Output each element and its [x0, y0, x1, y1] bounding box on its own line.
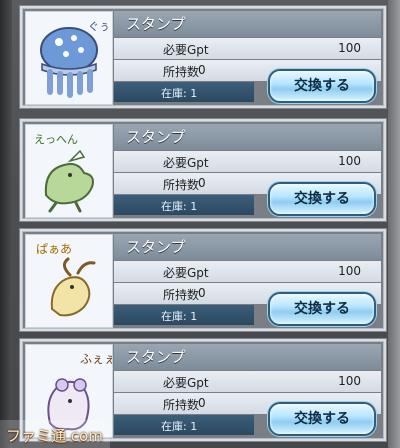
stock-row: 在庫: 1	[114, 195, 254, 215]
required-gpt-label: 必要Gpt	[163, 376, 209, 390]
sticker-image-dragon-green: えっへん	[25, 124, 113, 218]
stock-row: 在庫: 1	[114, 415, 254, 435]
owned-count-value: 0	[198, 176, 206, 190]
exchange-button-label: 交換する	[294, 78, 350, 94]
required-gpt-value: 100	[338, 374, 361, 388]
sticker-text: ふぇぇ	[80, 352, 112, 366]
stock-label: 在庫: 1	[161, 310, 198, 323]
required-gpt-row: 必要Gpt 100	[114, 371, 381, 392]
sticker-image-dragon-yellow: ぱぁあ	[25, 234, 113, 328]
stock-label: 在庫: 1	[161, 87, 198, 100]
owned-count-label: 所持数	[163, 178, 200, 192]
card-title: スタンプ	[126, 128, 186, 146]
exchange-button[interactable]: 交換する	[268, 69, 376, 103]
stamp-card-3: ぱぁあ スタンプ 必要Gpt 100 所持数 0 在庫: 1 交換する	[20, 229, 386, 331]
owned-count-label: 所持数	[163, 288, 200, 302]
stock-label: 在庫: 1	[161, 200, 198, 213]
owned-count-value: 0	[198, 63, 206, 77]
required-gpt-value: 100	[338, 41, 361, 55]
required-gpt-row: 必要Gpt 100	[114, 261, 381, 282]
sticker-image-jellyfish: ぐぅ	[25, 11, 113, 105]
watermark: ファミ通.com	[6, 427, 103, 445]
card-title: スタンプ	[126, 15, 186, 33]
sticker-text: ぐぅ	[88, 20, 110, 33]
required-gpt-label: 必要Gpt	[163, 156, 209, 170]
stamp-card-1: ぐぅ スタンプ 必要Gpt 100 所持数 0 在庫: 1 交換する	[20, 6, 386, 108]
exchange-button[interactable]: 交換する	[268, 292, 376, 326]
scrollbar[interactable]	[388, 0, 400, 448]
required-gpt-row: 必要Gpt 100	[114, 151, 381, 172]
owned-count-label: 所持数	[163, 65, 200, 79]
exchange-button[interactable]: 交換する	[268, 182, 376, 216]
stamp-card-2: えっへん スタンプ 必要Gpt 100 所持数 0 在庫: 1 交換する	[20, 119, 386, 221]
card-title: スタンプ	[126, 238, 186, 256]
stock-label: 在庫: 1	[161, 420, 198, 433]
exchange-button-label: 交換する	[294, 191, 350, 207]
owned-count-value: 0	[198, 396, 206, 410]
required-gpt-label: 必要Gpt	[163, 43, 209, 57]
sticker-text: ぱぁあ	[36, 242, 72, 256]
exchange-button-label: 交換する	[294, 411, 350, 427]
owned-count-label: 所持数	[163, 398, 200, 412]
sticker-text: えっへん	[34, 133, 78, 146]
required-gpt-row: 必要Gpt 100	[114, 38, 381, 59]
stock-row: 在庫: 1	[114, 305, 254, 325]
card-title: スタンプ	[126, 348, 186, 366]
exchange-button-label: 交換する	[294, 301, 350, 317]
left-border	[0, 0, 12, 448]
exchange-button[interactable]: 交換する	[268, 402, 376, 436]
stock-row: 在庫: 1	[114, 82, 254, 102]
required-gpt-value: 100	[338, 154, 361, 168]
required-gpt-label: 必要Gpt	[163, 266, 209, 280]
owned-count-value: 0	[198, 286, 206, 300]
required-gpt-value: 100	[338, 264, 361, 278]
